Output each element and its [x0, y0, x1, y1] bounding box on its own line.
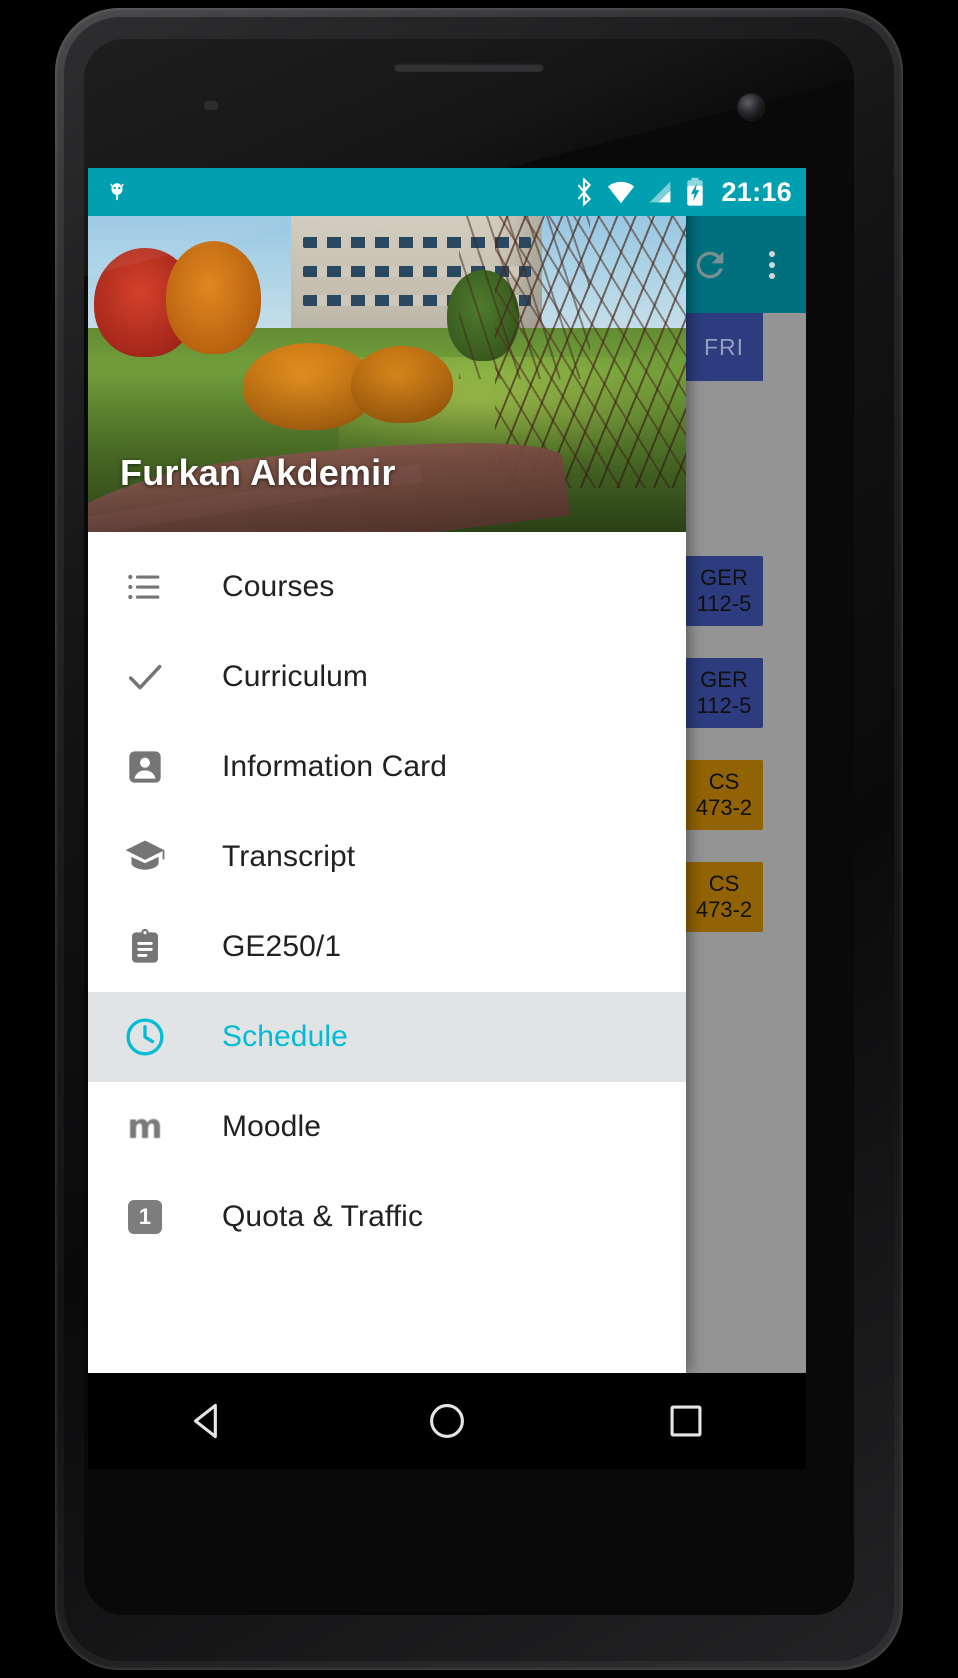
number-one-icon: 1 — [118, 1200, 172, 1234]
cellular-signal-icon — [650, 181, 671, 203]
graduation-cap-icon — [118, 835, 172, 879]
schedule-slot-course[interactable]: CS 473-2 — [685, 862, 763, 932]
drawer-item-label: Information Card — [222, 750, 448, 783]
drawer-item-label: Curriculum — [222, 660, 369, 693]
day-header-fri: FRI — [685, 313, 763, 381]
drawer-item-quota-traffic[interactable]: 1 Quota & Traffic — [88, 1172, 686, 1262]
drawer-item-label: Quota & Traffic — [222, 1200, 424, 1233]
drawer-item-information-card[interactable]: Information Card — [88, 722, 686, 812]
earpiece-speaker — [394, 63, 544, 72]
schedule-slot-course[interactable]: GER 112-5 — [685, 658, 763, 728]
drawer-item-curriculum[interactable]: Curriculum — [88, 632, 686, 722]
drawer-item-ge250-1[interactable]: GE250/1 — [88, 902, 686, 992]
front-camera — [738, 94, 764, 120]
drawer-item-label: Moodle — [222, 1110, 321, 1143]
check-icon — [118, 655, 172, 699]
clipboard-icon — [118, 927, 172, 967]
list-icon — [118, 567, 172, 607]
refresh-button[interactable] — [682, 237, 738, 293]
status-bar: 21:16 — [88, 168, 806, 216]
drawer-item-label: Schedule — [222, 1020, 348, 1053]
course-section: 473-2 — [695, 795, 753, 820]
navigation-drawer: Furkan Akdemir Courses Curriculum Informat… — [88, 168, 686, 1373]
android-robot-icon — [104, 179, 130, 205]
drawer-item-courses[interactable]: Courses — [88, 542, 686, 632]
phone-screen: FRI GER 112-5 GER 112-5 CS 473-2 CS 473-2 — [88, 168, 806, 1373]
moodle-logo-icon: m — [127, 1107, 163, 1147]
phone-device: FRI GER 112-5 GER 112-5 CS 473-2 CS 473-2 — [55, 8, 903, 1670]
status-bar-clock: 21:16 — [721, 176, 792, 207]
drawer-item-list: Courses Curriculum Information Card Transcr… — [88, 532, 686, 1373]
schedule-slot-course[interactable]: CS 473-2 — [685, 760, 763, 830]
schedule-slot-empty — [685, 631, 763, 653]
nav-home-button[interactable] — [397, 1373, 497, 1469]
status-icons: 21:16 — [573, 177, 792, 208]
overflow-menu-button[interactable] — [744, 237, 800, 293]
android-robot-glyph — [110, 183, 124, 201]
day-column-friday: FRI GER 112-5 GER 112-5 CS 473-2 CS 473-2 — [685, 313, 763, 937]
home-circle-icon — [430, 1404, 464, 1438]
drawer-item-schedule[interactable]: Schedule — [88, 992, 686, 1082]
android-navigation-bar — [88, 1373, 806, 1469]
wifi-icon — [608, 181, 635, 204]
status-bar-wrap: 21:16 — [88, 168, 806, 216]
schedule-slot-list: GER 112-5 GER 112-5 CS 473-2 CS 473-2 — [685, 381, 763, 932]
proximity-sensor — [204, 101, 218, 110]
refresh-icon — [696, 251, 724, 278]
schedule-slot-empty — [685, 835, 763, 857]
schedule-slot-empty — [685, 381, 763, 551]
back-triangle-icon — [193, 1403, 217, 1439]
bluetooth-icon — [578, 178, 592, 206]
drawer-user-name: Furkan Akdemir — [120, 452, 396, 493]
recents-square-icon — [670, 1405, 702, 1437]
drawer-header: Furkan Akdemir — [88, 168, 686, 532]
overflow-menu-icon — [769, 250, 775, 279]
course-code: GER — [700, 667, 748, 693]
drawer-item-transcript[interactable]: Transcript — [88, 812, 686, 902]
drawer-item-label: Courses — [222, 570, 335, 603]
clock-icon — [118, 1015, 172, 1059]
course-section: 112-5 — [696, 591, 752, 616]
contact-card-icon — [118, 747, 172, 787]
nav-recents-button[interactable] — [636, 1373, 736, 1469]
drawer-item-label: GE250/1 — [222, 930, 342, 963]
course-section: 112-5 — [696, 693, 752, 718]
course-code: CS — [708, 769, 740, 795]
battery-charging-icon — [687, 177, 704, 206]
drawer-item-label: Transcript — [222, 840, 356, 873]
schedule-slot-course[interactable]: GER 112-5 — [685, 556, 763, 626]
course-code: CS — [708, 871, 740, 897]
schedule-slot-empty — [685, 733, 763, 755]
nav-back-button[interactable] — [158, 1373, 258, 1469]
course-section: 473-2 — [695, 897, 753, 922]
course-code: GER — [700, 565, 748, 591]
drawer-item-moodle[interactable]: m Moodle — [88, 1082, 686, 1172]
